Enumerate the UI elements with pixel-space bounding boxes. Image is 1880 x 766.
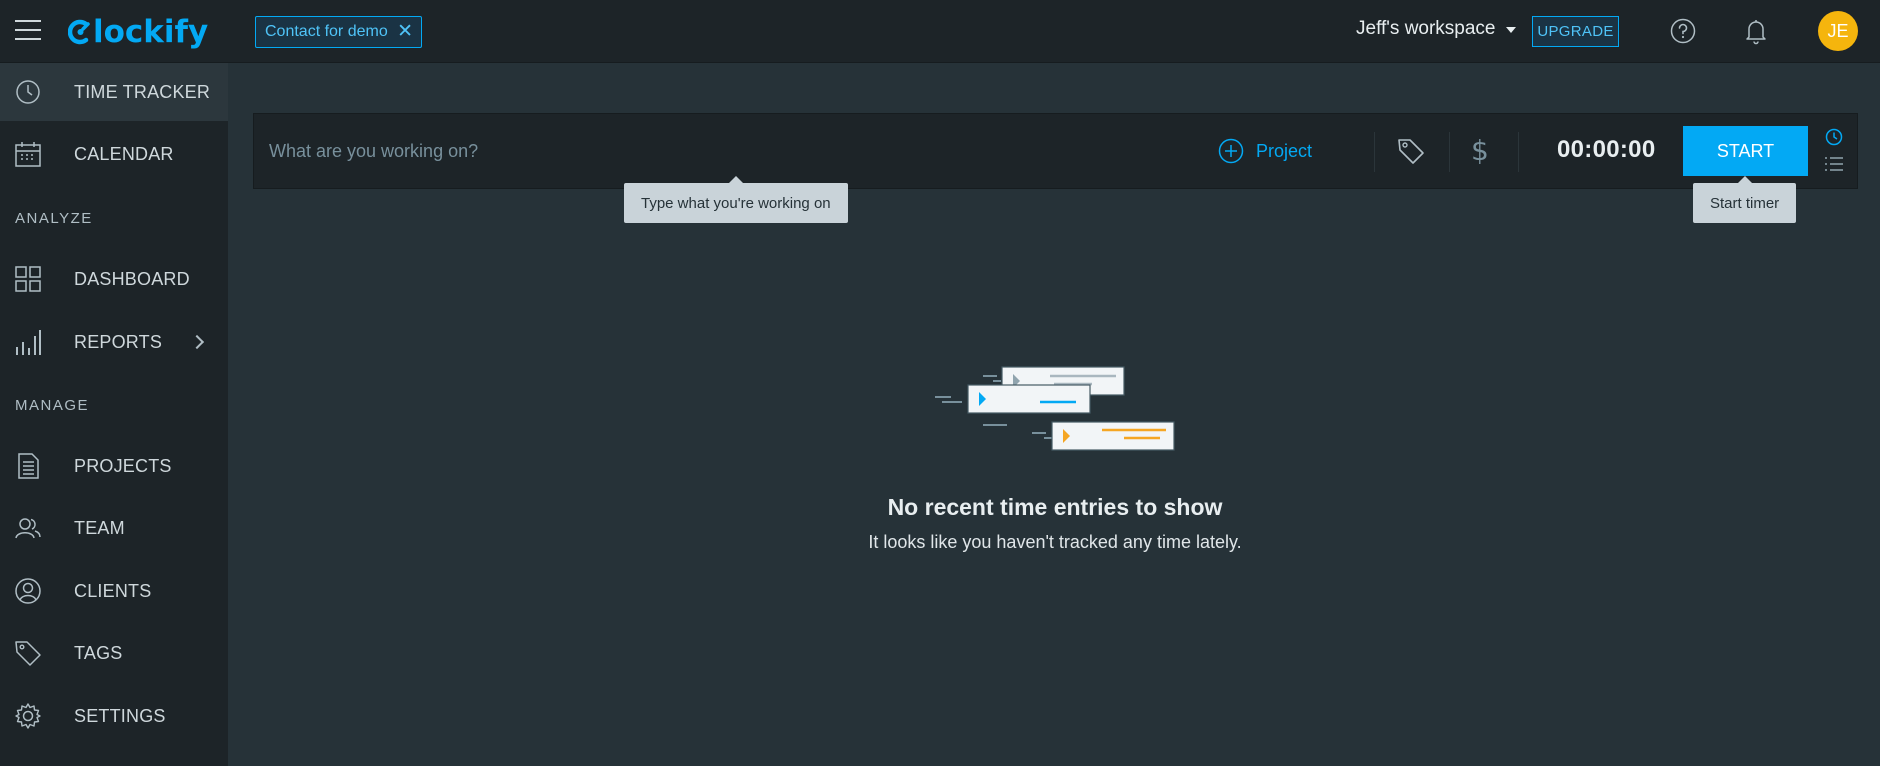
clockify-logo-icon <box>68 19 90 45</box>
hamburger-menu-icon[interactable] <box>15 20 41 42</box>
sidebar-item-time-tracker[interactable]: TIME TRACKER <box>0 63 228 121</box>
upgrade-button[interactable]: UPGRADE <box>1532 16 1619 47</box>
sidebar-item-projects[interactable]: PROJECTS <box>0 437 228 495</box>
task-description-input[interactable] <box>269 132 1169 170</box>
divider <box>1518 132 1519 172</box>
tooltip-start-timer: Start timer <box>1693 176 1797 223</box>
sidebar-item-label: TAGS <box>74 642 123 663</box>
sidebar-item-clients[interactable]: CLIENTS <box>0 562 228 620</box>
contact-demo-label: Contact for demo <box>265 23 388 40</box>
sidebar-item-label: CALENDAR <box>74 143 174 164</box>
section-label-manage: MANAGE <box>15 397 90 414</box>
dashboard-icon <box>15 266 41 292</box>
empty-state-subtitle: It looks like you haven't tracked any ti… <box>868 532 1242 552</box>
sidebar-item-settings[interactable]: SETTINGS <box>0 687 228 745</box>
timer-display: 00:00:00 <box>1557 136 1656 163</box>
help-icon[interactable] <box>1670 18 1696 44</box>
contact-demo-chip[interactable]: Contact for demo ✕ <box>255 16 422 48</box>
timer-mode-clock-icon[interactable] <box>1825 128 1843 146</box>
manual-mode-list-icon[interactable] <box>1824 156 1844 172</box>
logo-text: lockify <box>93 14 209 50</box>
project-button[interactable]: Project <box>1218 138 1312 164</box>
time-tracker-bar: Project $ 00:00:00 START <box>253 113 1858 189</box>
workspace-name: Jeff's workspace <box>1356 18 1496 39</box>
client-icon <box>15 578 41 604</box>
empty-entries-illustration <box>935 366 1175 451</box>
chevron-right-icon <box>189 334 205 350</box>
top-bar: lockify Contact for demo ✕ Jeff's worksp… <box>0 0 1880 63</box>
sidebar: TIME TRACKER CALENDAR ANALYZE DASHBOARD … <box>0 63 228 766</box>
divider <box>1374 132 1375 172</box>
document-icon <box>18 453 39 479</box>
bar-chart-icon <box>16 330 41 355</box>
sidebar-item-reports[interactable]: REPORTS <box>0 313 228 371</box>
sidebar-item-label: PROJECTS <box>74 455 172 476</box>
calendar-icon <box>15 142 41 167</box>
sidebar-item-label: TIME TRACKER <box>74 81 211 102</box>
sidebar-item-calendar[interactable]: CALENDAR <box>0 125 228 183</box>
clockify-logo[interactable]: lockify <box>68 14 208 50</box>
avatar[interactable]: JE <box>1818 11 1858 51</box>
tag-icon[interactable] <box>1396 136 1426 166</box>
clock-icon <box>16 80 40 104</box>
sidebar-item-label: REPORTS <box>74 331 163 352</box>
divider <box>1449 132 1450 172</box>
gear-icon <box>15 703 41 729</box>
close-icon[interactable]: ✕ <box>397 22 413 41</box>
start-button[interactable]: START <box>1683 126 1808 176</box>
sidebar-item-label: SETTINGS <box>74 705 166 726</box>
empty-state-title: No recent time entries to show <box>887 494 1223 520</box>
project-label: Project <box>1256 140 1313 161</box>
caret-down-icon <box>1505 27 1516 33</box>
tooltip-task-input: Type what you're working on <box>624 176 848 223</box>
add-circle-icon <box>1218 138 1244 164</box>
workspace-switcher[interactable]: Jeff's workspace <box>1356 18 1516 40</box>
bell-icon[interactable] <box>1744 17 1768 45</box>
billable-dollar-icon[interactable]: $ <box>1471 134 1489 167</box>
sidebar-item-label: CLIENTS <box>74 580 152 601</box>
section-label-analyze: ANALYZE <box>15 210 93 227</box>
sidebar-item-tags[interactable]: TAGS <box>0 624 228 682</box>
sidebar-item-dashboard[interactable]: DASHBOARD <box>0 250 228 308</box>
sidebar-item-label: DASHBOARD <box>74 268 190 289</box>
tag-icon <box>15 641 41 666</box>
